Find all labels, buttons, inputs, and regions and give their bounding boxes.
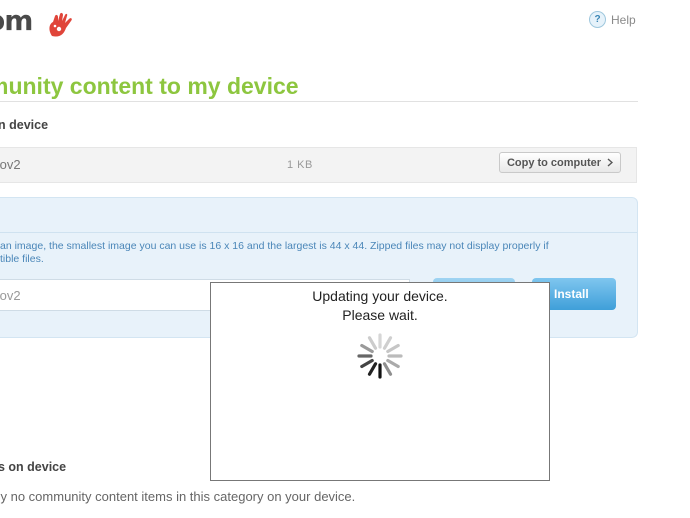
install-info-line2: tible files. (0, 253, 44, 265)
updating-modal: Updating your device. Please wait. (210, 282, 550, 481)
modal-line-wait: Please wait. (342, 307, 418, 323)
panel-divider (0, 232, 637, 233)
chevron-right-icon (607, 158, 614, 167)
modal-line-updating: Updating your device. (312, 288, 448, 304)
copy-button-label: Copy to computer (506, 156, 602, 169)
hand-logo-icon (49, 12, 72, 37)
file-name: .ov2 (0, 157, 21, 172)
logo-wordmark: om (0, 4, 33, 37)
file-path-value: .ov2 (0, 288, 21, 303)
loading-spinner-icon (357, 333, 403, 379)
help-label: Help (611, 12, 636, 27)
page-title: munity content to my device (0, 73, 299, 99)
help-link[interactable]: ? Help (589, 11, 636, 28)
on-device-heading: n device (0, 118, 49, 132)
copy-to-computer-button[interactable]: Copy to computer (499, 152, 621, 173)
empty-state-text: tly no community content items in this c… (0, 489, 356, 504)
install-info-text: an image, the smallest image you can use… (0, 240, 630, 266)
help-icon: ? (589, 11, 606, 28)
install-info-line1: an image, the smallest image you can use… (0, 240, 549, 252)
items-on-device-heading: s on device (0, 460, 67, 474)
file-size: 1 KB (287, 159, 313, 171)
title-divider (0, 101, 638, 102)
